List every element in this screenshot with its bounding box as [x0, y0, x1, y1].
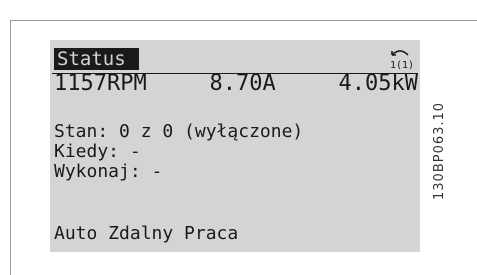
current-readout: 8.70A: [209, 71, 276, 96]
state-line: Stan: 0 z 0 (wyłączone): [54, 121, 304, 142]
figure-code: 130BP063.10: [432, 101, 447, 200]
frame-top-border: [10, 20, 477, 21]
speed-readout: 1157RPM: [54, 71, 147, 96]
remote-control-icon: 1(1): [386, 46, 414, 70]
power-readout: 4.05kW: [338, 71, 418, 96]
execute-line: Wykonaj: -: [54, 161, 163, 182]
status-title: Status: [54, 48, 139, 70]
header-divider: [52, 73, 418, 74]
mode-line: Auto Zdalny Praca: [54, 223, 239, 244]
when-line: Kiedy: -: [54, 141, 141, 162]
frame-left-border: [10, 20, 11, 275]
svg-text:1(1): 1(1): [390, 60, 414, 70]
lcd-display: Status 1(1) 1157RPM 8.70A 4.05kW Stan: 0…: [50, 40, 420, 252]
readouts-row: 1157RPM 8.70A 4.05kW: [54, 71, 418, 97]
